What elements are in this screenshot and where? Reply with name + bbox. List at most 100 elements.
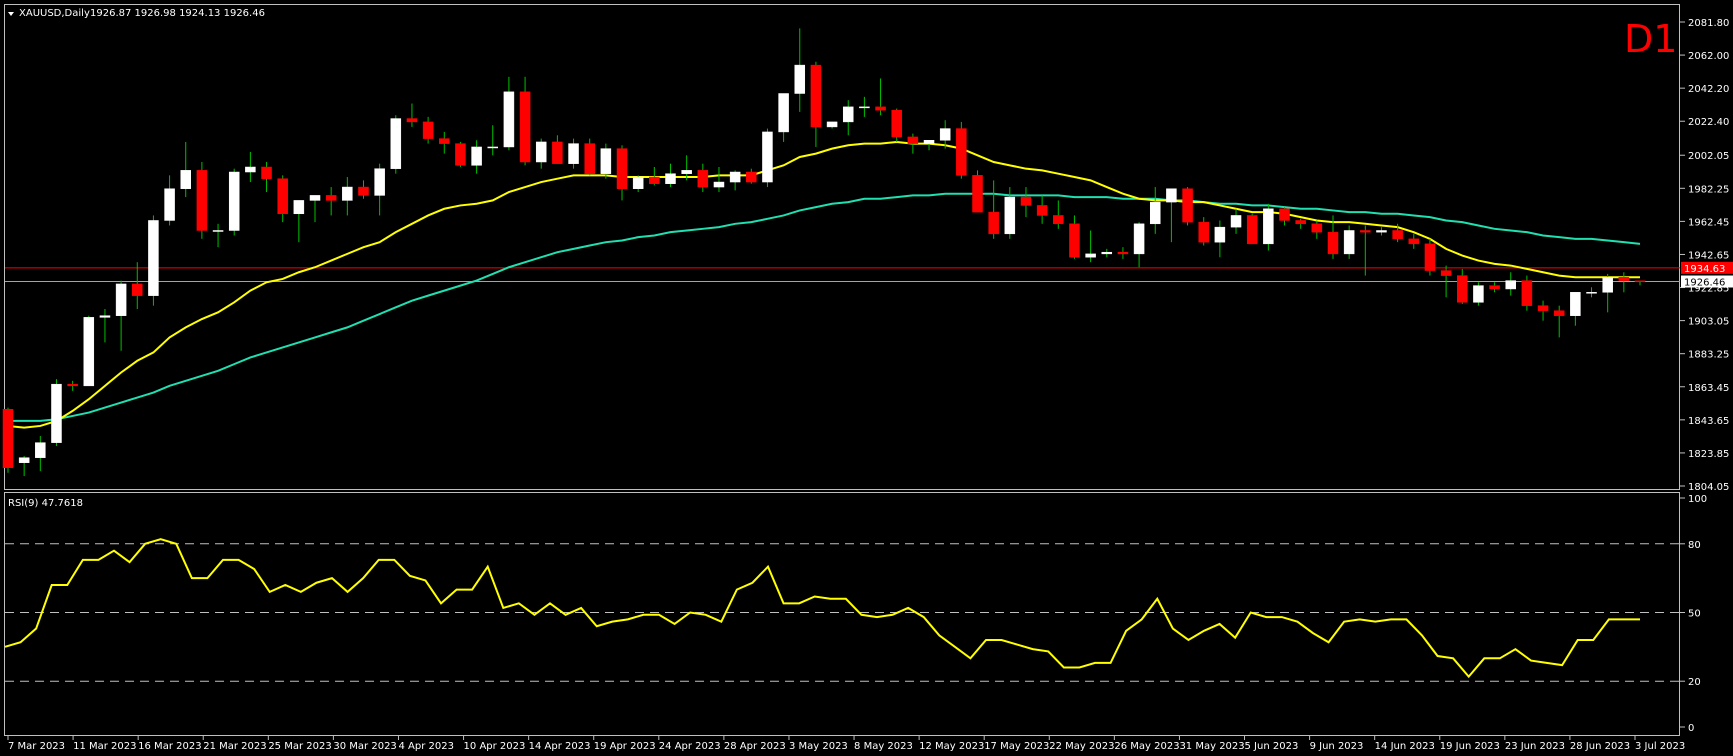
bull-candle-body xyxy=(83,317,95,387)
bear-candle-body xyxy=(1456,275,1468,303)
bull-candle-body xyxy=(939,128,951,141)
bull-candle-body xyxy=(1263,208,1274,245)
date-tick-label: 11 Mar 2023 xyxy=(73,741,136,752)
candle xyxy=(455,141,466,168)
bull-candle-body xyxy=(762,131,773,183)
bull-candle-body xyxy=(374,168,385,196)
price-tick-label: 1823.85 xyxy=(1688,449,1729,460)
bear-candle-body xyxy=(277,178,288,215)
date-tick-label: 16 Mar 2023 xyxy=(138,741,201,752)
candle xyxy=(600,143,612,179)
price-tick-label: 2062.00 xyxy=(1688,51,1729,62)
bear-candle-body xyxy=(616,148,628,189)
bear-candle-body xyxy=(1489,285,1500,290)
candle xyxy=(228,168,240,236)
bear-candle-body xyxy=(519,91,531,163)
price-tick-label: 2022.40 xyxy=(1688,117,1729,128)
bull-candle-body xyxy=(487,146,499,149)
date-tick-label: 3 May 2023 xyxy=(789,741,848,752)
bull-candle-body xyxy=(148,220,159,296)
bull-candle-body xyxy=(778,93,789,133)
red-line-price-tag: 1934.63 xyxy=(1681,261,1733,275)
bear-candle-body xyxy=(1360,230,1371,233)
bull-candle-body xyxy=(842,106,854,123)
bull-candle-body xyxy=(1570,292,1581,316)
bull-candle-body xyxy=(568,143,579,164)
bear-candle-body xyxy=(956,128,967,176)
date-tick-label: 23 Jun 2023 xyxy=(1505,741,1565,752)
candle xyxy=(972,170,983,213)
date-tick-label: 26 May 2023 xyxy=(1114,741,1179,752)
candle xyxy=(51,379,62,446)
bull-candle-body xyxy=(1505,280,1516,290)
bear-candle-body xyxy=(1327,231,1339,255)
rsi-tick-label: 100 xyxy=(1688,494,1707,505)
bear-candle-body xyxy=(1440,270,1452,276)
bear-candle-body xyxy=(132,283,143,296)
bear-candle-body xyxy=(891,109,902,138)
bear-candle-body xyxy=(67,383,78,387)
rsi-tick-label: 20 xyxy=(1688,677,1701,688)
date-tick-label: 28 Apr 2023 xyxy=(724,741,786,752)
bear-candle-body xyxy=(439,138,450,144)
trading-chart[interactable]: 2081.80 2062.00 2042.20 2022.40 2002.05 1982.… xyxy=(0,0,1733,756)
date-tick-label: 10 Apr 2023 xyxy=(464,741,526,752)
date-tick-label: 9 Jun 2023 xyxy=(1310,741,1364,752)
bear-candle-body xyxy=(358,186,369,196)
price-tick-label: 1863.45 xyxy=(1688,383,1729,394)
bear-candle-body xyxy=(325,195,337,201)
date-tick-label: 31 May 2023 xyxy=(1179,741,1244,752)
candle xyxy=(1424,238,1436,276)
date-tick-label: 30 Mar 2023 xyxy=(333,741,396,752)
candle xyxy=(390,115,402,174)
bull-candle-body xyxy=(713,181,725,188)
bull-candle-body xyxy=(1473,285,1484,303)
bear-candle-body xyxy=(746,171,757,183)
candle xyxy=(584,138,595,176)
date-tick-label: 28 Jun 2023 xyxy=(1570,741,1630,752)
candle xyxy=(891,108,902,142)
date-tick-label: 19 Jun 2023 xyxy=(1440,741,1500,752)
bull-candle-body xyxy=(794,64,806,94)
date-tick-label: 5 Jun 2023 xyxy=(1245,741,1299,752)
bear-candle-body xyxy=(406,118,418,123)
bull-candle-body xyxy=(293,200,305,215)
price-tick-label: 1843.65 xyxy=(1688,416,1729,427)
date-tick-label: 8 May 2023 xyxy=(854,741,913,752)
bull-candle-body xyxy=(665,173,676,184)
bear-candle-body xyxy=(972,175,983,213)
symbol-label: XAUUSD,Daily xyxy=(19,8,90,19)
candle xyxy=(1343,225,1355,259)
current-price-label: 1926.46 xyxy=(1684,278,1725,289)
bear-candle-body xyxy=(697,170,709,188)
bull-candle-body xyxy=(729,171,741,183)
rsi-tick-label: 0 xyxy=(1688,723,1694,734)
bull-candle-body xyxy=(99,315,111,318)
bull-candle-body xyxy=(18,457,30,463)
date-tick-label: 22 May 2023 xyxy=(1049,741,1114,752)
bear-candle-body xyxy=(1279,208,1290,221)
bear-candle-body xyxy=(196,170,208,231)
date-tick-label: 14 Apr 2023 xyxy=(529,741,591,752)
date-tick-label: 25 Mar 2023 xyxy=(268,741,331,752)
bear-candle-body xyxy=(584,143,595,174)
bull-candle-body xyxy=(681,170,692,174)
price-tick-label: 1804.05 xyxy=(1688,482,1729,493)
date-tick-label: 3 Jul 2023 xyxy=(1635,741,1685,752)
bull-candle-body xyxy=(503,91,515,148)
price-tick-label: 2081.80 xyxy=(1688,18,1729,29)
candle xyxy=(762,128,773,188)
bear-candle-body xyxy=(1408,238,1420,245)
bear-candle-body xyxy=(1020,196,1032,206)
bull-candle-body xyxy=(115,283,127,316)
bear-candle-body xyxy=(1553,310,1565,316)
price-tick-label: 1962.45 xyxy=(1688,217,1729,228)
date-tick-label: 12 May 2023 xyxy=(919,741,984,752)
bear-candle-body xyxy=(1618,277,1630,281)
bull-candle-body xyxy=(923,140,935,144)
bear-candle-body xyxy=(2,408,14,468)
bull-candle-body xyxy=(1376,230,1387,233)
bear-candle-body xyxy=(261,166,272,179)
candle xyxy=(2,407,14,473)
bear-candle-body xyxy=(1537,305,1549,311)
